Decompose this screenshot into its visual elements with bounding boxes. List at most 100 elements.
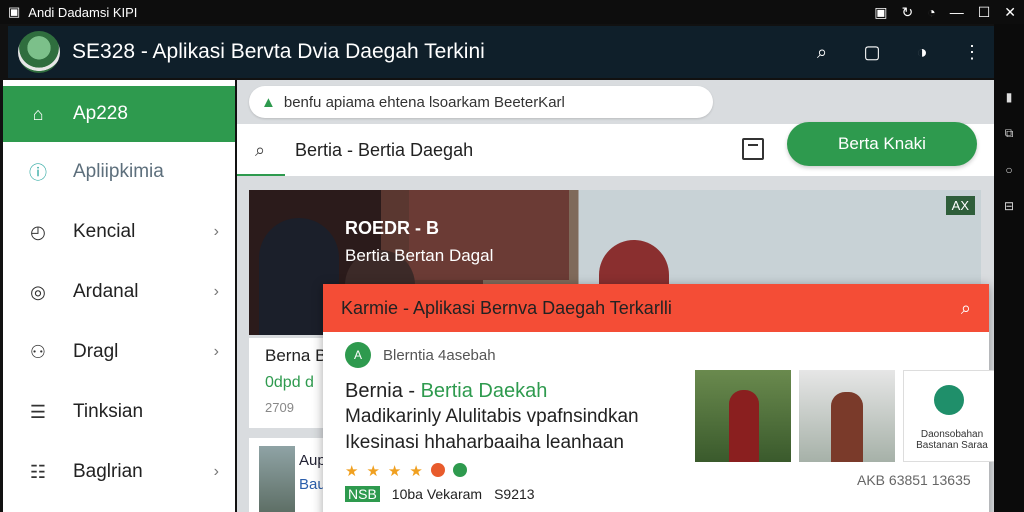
- list-item-title: Aup: [299, 452, 326, 469]
- meta-extra: S9213: [494, 486, 535, 502]
- person-figure: [729, 390, 759, 462]
- url-text: benfu apiama ehtena lsoarkam BeeterKarl: [283, 93, 565, 111]
- list-item-thumbnail: [259, 446, 295, 512]
- chevron-right-icon: ›: [213, 343, 219, 360]
- source-row: A Blerntia 4asebah: [345, 342, 496, 368]
- search-icon[interactable]: ⌕: [237, 140, 283, 161]
- search-underline: [237, 174, 285, 176]
- hero-tag: AX: [945, 196, 975, 215]
- gauge-icon: ◎: [30, 281, 46, 302]
- reaction-icon: [430, 463, 445, 477]
- recents-icon[interactable]: ⧉: [1005, 126, 1014, 141]
- sidebar-item-clock[interactable]: ◴ Kencial ›: [3, 202, 235, 262]
- sidebar-item-user[interactable]: ⚇ Dragl ›: [3, 322, 235, 382]
- chevron-right-icon: ›: [213, 223, 219, 240]
- wifi-icon: ◔: [927, 4, 936, 20]
- sidebar: ⌂ Ap228 ⓘ Apliipkimia ◴ Kencial › ◎ Arda…: [3, 80, 235, 512]
- article-headline[interactable]: Bernia - Bertia Daekah: [345, 380, 547, 403]
- user-icon: ⚇: [29, 341, 47, 362]
- hero-title: Bertia Bertan Dagal: [345, 246, 494, 265]
- list-item-meta: 2709: [265, 400, 294, 415]
- search-icon[interactable]: ⌕: [810, 42, 834, 63]
- info-icon: ⓘ: [29, 163, 47, 183]
- chat-icon[interactable]: ▢: [860, 42, 884, 63]
- list-item[interactable]: Aup Bau: [249, 438, 329, 512]
- chevron-right-icon: ›: [213, 283, 219, 300]
- back-icon[interactable]: ▮: [1006, 90, 1013, 104]
- source-badge-icon: A: [345, 342, 371, 368]
- home-icon: ⌂: [32, 103, 44, 124]
- sidebar-item-document[interactable]: ☰ Tinksian: [3, 382, 235, 442]
- sync-icon: ↻: [901, 3, 914, 20]
- sidebar-item-label: Apliipkimia: [73, 161, 164, 182]
- document-icon: ☰: [29, 401, 47, 422]
- more-icon[interactable]: ⋮: [960, 42, 984, 63]
- rating-row: ★ ★ ★ ★: [345, 462, 467, 480]
- star-icon: ★: [409, 463, 423, 480]
- app-logo: [18, 31, 60, 73]
- list-item-subtitle: 0dpd d: [265, 374, 314, 391]
- star-icon: ★: [387, 463, 402, 480]
- sidebar-item-label: Baglrian: [73, 461, 143, 482]
- list-icon: ☷: [29, 461, 47, 482]
- sidebar-item-label: Kencial: [73, 221, 136, 242]
- source-name: Blerntia 4asebah: [383, 346, 496, 364]
- popup-title: Karmie - Aplikasi Bernva Daegah Terkarll…: [341, 297, 672, 318]
- thumbnails-caption: AKB 63851 13635: [857, 472, 971, 488]
- minimize-icon[interactable]: —: [950, 4, 964, 20]
- star-icon: ★: [366, 463, 380, 480]
- thumbnail-image[interactable]: Daonsobahan Bastanan Saraa: [903, 370, 994, 462]
- status-bar: ▣ Andi Dadamsi KIPI ▣ ↻ ◔ — ☐ ✕: [0, 0, 1024, 24]
- bookmark-icon[interactable]: [742, 138, 764, 160]
- meta-count: 10ba Vekaram: [391, 486, 483, 502]
- popup-header: Karmie - Aplikasi Bernva Daegah Terkarll…: [323, 284, 989, 332]
- star-icon: ★: [345, 463, 359, 480]
- maximize-icon[interactable]: ☐: [978, 4, 991, 21]
- article-popup[interactable]: Karmie - Aplikasi Bernva Daegah Terkarll…: [323, 284, 994, 512]
- sidebar-item-list[interactable]: ☷ Baglrian ›: [3, 442, 235, 502]
- status-icons: ▣ ↻ ◔ — ☐ ✕: [874, 4, 1016, 21]
- thumbnail-caption: Daonsobahan Bastanan Saraa: [916, 429, 988, 451]
- close-icon[interactable]: ✕: [1004, 4, 1016, 21]
- article-description: Madikarinly Alulitabis vpafnsindkan Ikes…: [345, 406, 639, 453]
- sidebar-item-info[interactable]: ⓘ Apliipkimia: [3, 142, 235, 202]
- hero-kicker: ROEDR - B: [345, 218, 439, 238]
- reaction-icon: [452, 463, 467, 477]
- sidebar-item-home[interactable]: ⌂ Ap228: [3, 86, 235, 142]
- gallery-icon: ▣: [874, 3, 888, 20]
- thumbnail-image[interactable]: [799, 370, 895, 462]
- sidebar-item-label: Tinksian: [73, 401, 144, 422]
- headline-highlight: Bertia Daekah: [420, 380, 548, 402]
- chevron-right-icon: ›: [213, 463, 219, 480]
- screen: ▣ Andi Dadamsi KIPI ▣ ↻ ◔ — ☐ ✕ ▮ ⧉ ○ ⊟ …: [0, 0, 1024, 512]
- home-circle-icon[interactable]: ○: [1005, 163, 1012, 177]
- system-nav-rail: ▮ ⧉ ○ ⊟: [994, 24, 1024, 512]
- main-content: ▲ benfu apiama ehtena lsoarkam BeeterKar…: [237, 80, 994, 512]
- sidebar-item-gauge[interactable]: ◎ Ardanal ›: [3, 262, 235, 322]
- sidebar-item-label: Dragl: [73, 341, 119, 362]
- list-item[interactable]: Berna B 0dpd d 2709: [249, 338, 329, 428]
- app-bar-actions: ⌕ ▢ ◑ ⋮: [810, 42, 984, 63]
- url-bar[interactable]: ▲ benfu apiama ehtena lsoarkam BeeterKar…: [249, 86, 713, 118]
- primary-action-button[interactable]: Berta Knaki: [787, 122, 977, 166]
- screenshot-icon[interactable]: ⊟: [1004, 199, 1014, 213]
- avatar: [934, 385, 964, 415]
- person-figure: [831, 392, 863, 462]
- headline-prefix: Bernia -: [345, 380, 421, 402]
- sidebar-item-label: Ap228: [73, 103, 128, 124]
- app-bar: SE328 - Aplikasi Bervta Dvia Daegah Terk…: [8, 26, 994, 78]
- list-item-subtitle: Bau: [299, 476, 326, 493]
- app-notification-icon: ▣: [8, 4, 21, 19]
- lock-icon: ▲: [261, 93, 276, 111]
- thumbnail-strip: Daonsobahan Bastanan Saraa: [695, 370, 994, 462]
- thumbnail-image[interactable]: [695, 370, 791, 462]
- list-item-title: Berna B: [265, 346, 327, 365]
- search-icon[interactable]: ⌕: [961, 298, 971, 319]
- shield-icon[interactable]: ◑: [910, 42, 934, 63]
- app-title: SE328 - Aplikasi Bervta Dvia Daegah Terk…: [72, 40, 485, 63]
- meta-label: NSB: [345, 486, 380, 502]
- sidebar-item-label: Ardanal: [73, 281, 139, 302]
- status-title: Andi Dadamsi KIPI: [28, 4, 138, 20]
- article-meta: NSB 10ba Vekaram S9213: [345, 486, 535, 502]
- search-input[interactable]: Bertia - Bertia Daegah: [295, 140, 473, 161]
